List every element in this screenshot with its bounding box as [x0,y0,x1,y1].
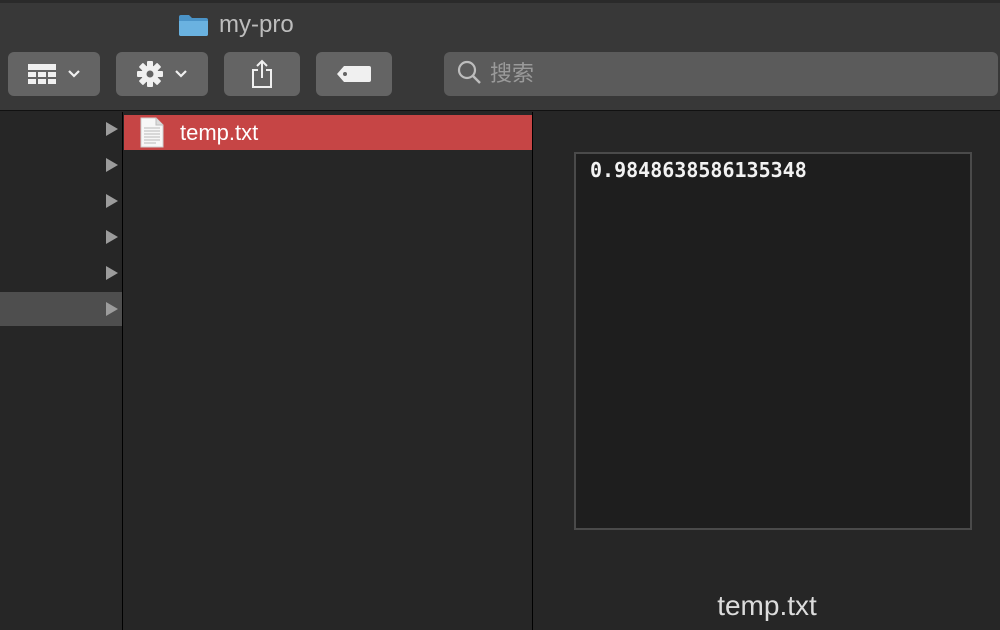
folder-row[interactable] [0,256,122,290]
finder-window: my-pro 搜索 temp.txt 0.9848638586135348 te… [0,0,1000,630]
folder-row[interactable] [0,184,122,218]
disclosure-arrow-icon [106,158,118,172]
file-list-column: temp.txt [124,112,533,630]
text-document-icon [140,117,164,148]
folder-icon [178,13,209,37]
tag-icon [336,65,372,83]
folder-row[interactable] [0,220,122,254]
action-menu-button[interactable] [116,52,208,96]
share-icon [250,59,274,89]
file-row-selected[interactable]: temp.txt [124,115,532,150]
preview-column: 0.9848638586135348 temp.txt [534,112,1000,630]
chevron-down-icon [67,69,81,79]
disclosure-arrow-icon [106,230,118,244]
disclosure-arrow-icon [106,122,118,136]
preview-file-name: temp.txt [717,590,817,621]
disclosure-arrow-icon [106,194,118,208]
parent-folder-column [0,112,123,630]
window-title: my-pro [178,10,294,40]
toolbar: my-pro [0,0,1000,111]
folder-row[interactable] [0,112,122,146]
gear-icon [136,60,164,88]
tag-button[interactable] [316,52,392,96]
search-icon [456,59,482,90]
chevron-down-icon [174,69,188,79]
disclosure-arrow-icon [106,266,118,280]
search-field[interactable] [444,52,998,96]
file-name: temp.txt [180,119,259,145]
file-preview: 0.9848638586135348 [574,152,972,530]
window-title-text: my-pro [219,11,294,38]
view-mode-button[interactable] [8,52,100,96]
window-top-edge [0,0,1000,3]
share-button[interactable] [224,52,300,96]
grid-view-icon [27,63,57,85]
folder-row[interactable] [0,148,122,182]
folder-row-selected[interactable] [0,292,122,326]
disclosure-arrow-icon [106,302,118,316]
preview-content: 0.9848638586135348 [590,158,807,182]
search-input[interactable] [490,61,970,87]
